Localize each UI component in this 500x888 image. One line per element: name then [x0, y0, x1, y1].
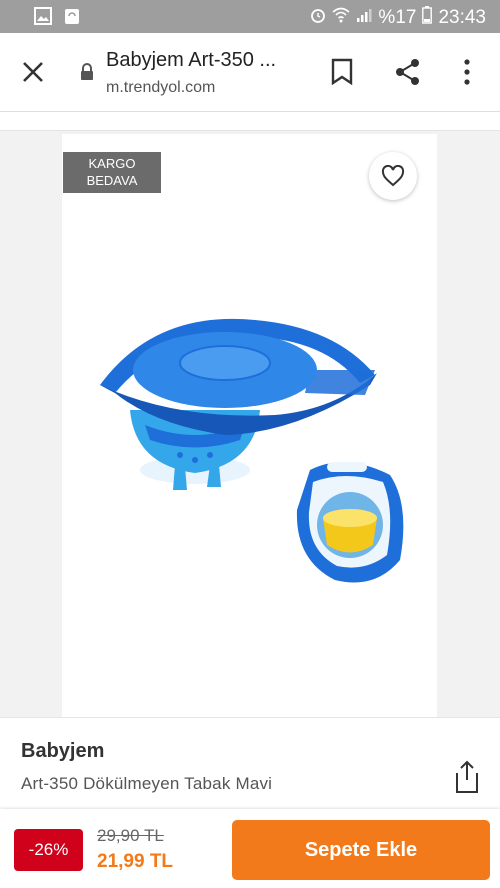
bookmark-icon[interactable]	[330, 58, 354, 86]
page-domain[interactable]: m.trendyol.com	[106, 79, 215, 97]
heart-icon	[381, 165, 405, 187]
wifi-icon	[332, 7, 350, 29]
lock-icon	[80, 63, 94, 81]
product-name: Art-350 Dökülmeyen Tabak Mavi	[21, 774, 273, 793]
page-title[interactable]: Babyjem Art-350 ...	[106, 49, 276, 72]
alarm-icon	[310, 7, 326, 29]
close-icon[interactable]	[20, 59, 46, 85]
top-strip	[0, 112, 500, 131]
new-price: 21,99 TL	[97, 851, 174, 872]
favorite-button[interactable]	[369, 152, 417, 200]
signal-icon	[356, 7, 372, 29]
gallery-icon	[34, 7, 52, 30]
share-product-icon[interactable]	[453, 760, 481, 794]
sync-icon	[64, 7, 80, 30]
product-info: Babyjem Art-350 Dökülmeyen Tabak Mavi	[0, 717, 500, 810]
discount-badge: -26%	[14, 829, 83, 871]
free-shipping-badge: KARGO BEDAVA	[63, 152, 161, 193]
battery-percent: %17	[378, 7, 417, 28]
more-options-icon[interactable]	[458, 57, 476, 87]
badge-line-2: BEDAVA	[86, 173, 138, 188]
badge-line-1: KARGO	[88, 156, 136, 171]
status-bar: %17 23:43	[0, 0, 500, 33]
browser-url-bar: Babyjem Art-350 ... m.trendyol.com	[0, 33, 500, 112]
purchase-bar: -26% 29,90 TL 21,99 TL Sepete Ekle	[0, 809, 500, 888]
product-brand[interactable]: Babyjem	[21, 740, 104, 763]
share-icon[interactable]	[394, 57, 422, 87]
product-image	[100, 318, 404, 583]
battery-icon	[422, 6, 433, 30]
clock-time: 23:43	[438, 7, 486, 28]
add-to-cart-button[interactable]: Sepete Ekle	[232, 820, 490, 880]
old-price: 29,90 TL	[97, 826, 164, 845]
